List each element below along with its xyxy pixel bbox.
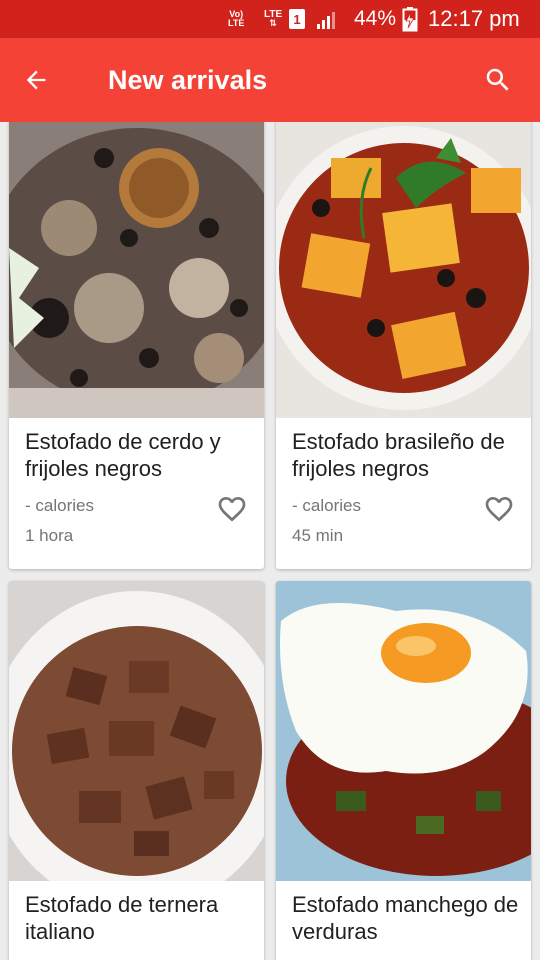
signal-icon xyxy=(316,0,340,38)
volte-bottom-label: LTE xyxy=(228,18,245,28)
recipe-name: Estofado de ternera italiano xyxy=(25,892,219,944)
recipe-calories: - calories xyxy=(25,496,94,515)
sim-label: 1 xyxy=(289,9,305,29)
page-title: New arrivals xyxy=(108,64,268,95)
favorite-button[interactable] xyxy=(481,491,517,527)
app-bar: New arrivals xyxy=(0,38,540,122)
search-icon xyxy=(486,68,509,91)
data-arrows-icon: ⇅ xyxy=(269,18,277,28)
status-bar: Vo) LTE LTE ⇅ 1 44% 12:17 pm xyxy=(0,0,540,38)
recipe-photo xyxy=(9,122,264,418)
recipe-name: Estofado de cerdo y frijoles negros xyxy=(25,429,221,481)
recipe-name: Estofado manchego de verduras xyxy=(292,892,519,944)
recipe-card[interactable]: Estofado de ternera italiano xyxy=(9,581,264,960)
recipe-photo xyxy=(276,122,531,418)
arrow-back-icon xyxy=(26,70,46,90)
recipe-card[interactable]: Estofado manchego de verduras xyxy=(276,581,531,960)
sim-indicator: 1 xyxy=(289,0,305,38)
recipe-calories: - calories xyxy=(292,496,361,515)
recipe-photo xyxy=(276,581,531,881)
heart-outline-icon xyxy=(485,497,513,522)
lte-indicator: LTE ⇅ xyxy=(264,0,282,38)
clock: 12:17 pm xyxy=(428,6,520,31)
volte-indicator: Vo) LTE xyxy=(228,0,244,38)
recipe-card[interactable]: Estofado brasileño de frijoles negros - … xyxy=(276,122,531,569)
search-button[interactable] xyxy=(476,58,520,102)
recipe-time: 1 hora xyxy=(25,526,74,545)
back-button[interactable] xyxy=(14,58,58,102)
battery-percent: 44% xyxy=(354,7,397,30)
recipe-card[interactable]: Estofado de cerdo y frijoles negros - ca… xyxy=(9,122,264,569)
recipe-time: 45 min xyxy=(292,526,344,545)
favorite-button[interactable] xyxy=(214,491,250,527)
battery-charging-icon xyxy=(402,0,418,38)
recipe-grid: Estofado de cerdo y frijoles negros - ca… xyxy=(0,122,540,960)
recipe-name: Estofado brasileño de frijoles negros xyxy=(292,429,505,481)
recipe-photo xyxy=(9,581,264,881)
heart-outline-icon xyxy=(218,497,246,522)
